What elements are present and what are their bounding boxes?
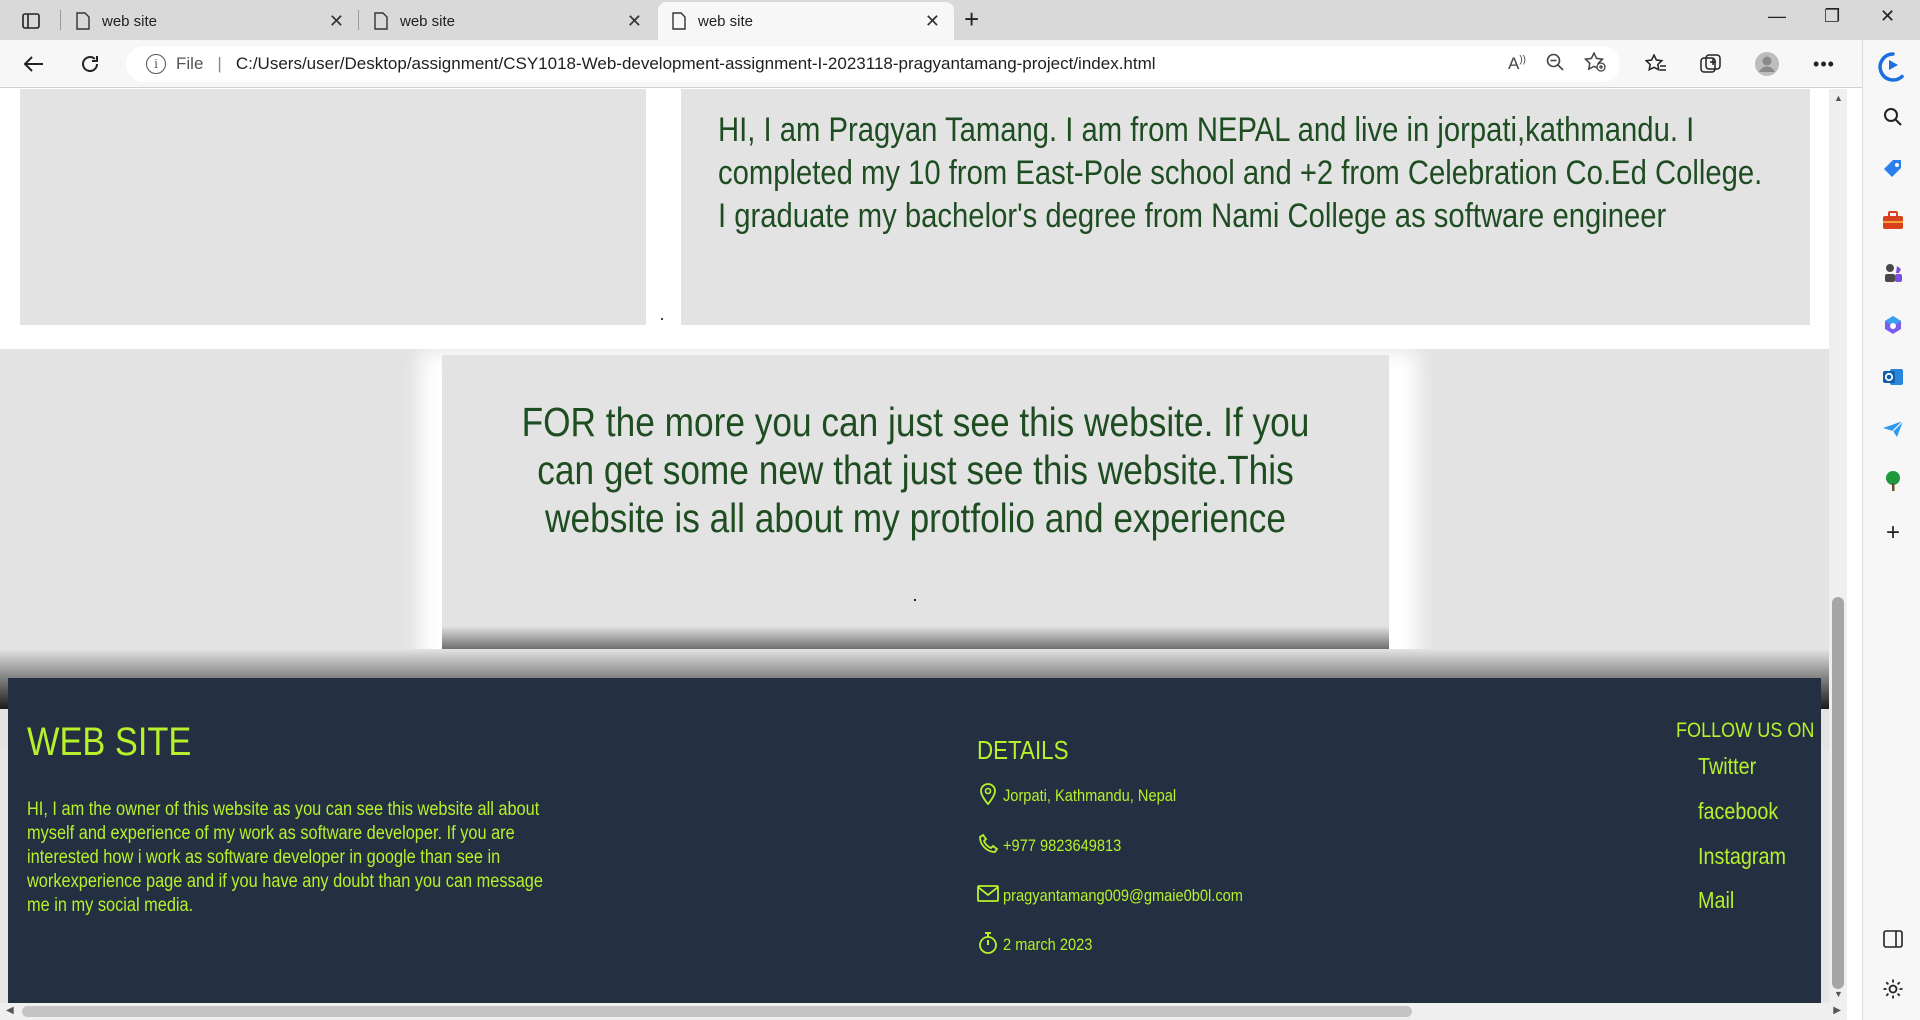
tab-separator: [358, 10, 359, 30]
social-link-twitter[interactable]: Twitter: [1698, 753, 1756, 780]
footer-description: HI, I am the owner of this website as yo…: [27, 799, 543, 916]
vertical-scrollbar[interactable]: ▲ ▼: [1829, 89, 1847, 1003]
tab-title: web site: [698, 12, 754, 30]
date-text: 2 march 2023: [1003, 935, 1093, 954]
microsoft-365-icon[interactable]: [1880, 312, 1906, 338]
favorites-button[interactable]: [1642, 50, 1670, 78]
tab-bar: web site ✕ web site ✕ web site ✕ + — ❐ ✕: [0, 0, 1920, 40]
tools-briefcase-icon[interactable]: [1880, 208, 1906, 234]
scroll-up-arrow-icon[interactable]: ▲: [1834, 93, 1843, 103]
horizontal-scroll-thumb[interactable]: [22, 1006, 1412, 1017]
tab-actions-icon: [22, 13, 40, 29]
more-options-button[interactable]: •••: [1810, 50, 1838, 78]
add-favorite-icon[interactable]: [1583, 50, 1606, 77]
scroll-left-arrow-icon[interactable]: ◀: [6, 1005, 14, 1016]
page-icon: [76, 12, 90, 30]
footer-title: WEB SITE: [27, 720, 192, 764]
tab-2[interactable]: web site ✕: [360, 2, 656, 40]
search-icon[interactable]: [1880, 104, 1906, 130]
tab-title: web site: [102, 12, 158, 30]
detail-phone: +977 9823649813: [977, 832, 1141, 856]
scroll-down-arrow-icon[interactable]: ▼: [1834, 989, 1843, 999]
edge-sidebar: +: [1862, 40, 1920, 1020]
horizontal-scrollbar[interactable]: ◀ ▶: [0, 1003, 1847, 1020]
page-icon: [374, 12, 388, 30]
maximize-button[interactable]: ❐: [1824, 6, 1840, 27]
tab-title: web site: [400, 12, 456, 30]
scroll-right-arrow-icon[interactable]: ▶: [1833, 1005, 1841, 1016]
decorative-dot: [914, 599, 916, 601]
close-icon[interactable]: ✕: [329, 11, 344, 32]
back-button[interactable]: [20, 50, 48, 78]
details-heading: DETAILS: [977, 735, 1069, 765]
footer: WEB SITE HI, I am the owner of this webs…: [8, 678, 1821, 1003]
reload-button[interactable]: [76, 50, 104, 78]
location-text: Jorpati, Kathmandu, Nepal: [1003, 786, 1177, 805]
vertical-scroll-thumb[interactable]: [1832, 597, 1844, 989]
page-icon: [672, 12, 686, 30]
address-bar[interactable]: i File | C:/Users/user/Desktop/assignmen…: [126, 46, 1620, 82]
reload-icon: [82, 56, 98, 72]
send-icon[interactable]: [1880, 416, 1906, 442]
about-image-panel: [20, 89, 646, 325]
minimize-button[interactable]: —: [1768, 6, 1786, 27]
tab-separator: [60, 10, 61, 30]
phone-text: +977 9823649813: [1003, 836, 1122, 855]
browser-toolbar: i File | C:/Users/user/Desktop/assignmen…: [0, 40, 1920, 88]
mail-icon: [977, 882, 999, 906]
add-icon[interactable]: +: [1880, 519, 1906, 546]
more-icon: •••: [1813, 53, 1835, 74]
more-paragraph: FOR the more you can just see this websi…: [452, 398, 1379, 542]
location-pin-icon: [977, 782, 999, 806]
profile-button[interactable]: [1753, 50, 1781, 78]
outlook-icon[interactable]: [1880, 364, 1906, 390]
settings-gear-icon[interactable]: [1880, 976, 1906, 1002]
detail-email: pragyantamang009@gmaie0b0l.com: [977, 882, 1282, 906]
social-link-mail[interactable]: Mail: [1698, 887, 1734, 914]
info-icon[interactable]: i: [146, 54, 166, 74]
favorites-icon: [1645, 54, 1666, 72]
more-paragraph-text: FOR the more you can just see this websi…: [521, 399, 1310, 541]
collections-button[interactable]: [1697, 50, 1725, 78]
read-aloud-icon[interactable]: A)): [1508, 54, 1526, 74]
phone-icon: [977, 832, 999, 856]
tab-1[interactable]: web site ✕: [62, 2, 358, 40]
bing-chat-icon[interactable]: [1876, 50, 1910, 84]
url-text[interactable]: C:/Users/user/Desktop/assignment/CSY1018…: [236, 54, 1156, 74]
shopping-tag-icon[interactable]: [1880, 156, 1906, 182]
file-label: File: [176, 54, 204, 73]
social-link-instagram[interactable]: Instagram: [1698, 843, 1786, 870]
about-paragraph: HI, I am Pragyan Tamang. I am from NEPAL…: [718, 111, 1763, 235]
close-icon[interactable]: ✕: [925, 11, 940, 32]
close-window-button[interactable]: ✕: [1880, 6, 1895, 27]
new-tab-button[interactable]: +: [964, 6, 979, 32]
tree-icon[interactable]: [1880, 468, 1906, 494]
back-arrow-icon: [23, 56, 43, 72]
address-divider: |: [217, 54, 222, 73]
zoom-out-icon[interactable]: [1546, 53, 1564, 76]
decorative-dot: [661, 318, 663, 320]
close-icon[interactable]: ✕: [627, 11, 642, 32]
tab-actions-button[interactable]: [14, 8, 48, 34]
social-link-facebook[interactable]: facebook: [1698, 798, 1778, 825]
email-text: pragyantamang009@gmaie0b0l.com: [1003, 886, 1243, 905]
follow-heading: FOLLOW US ON: [1676, 719, 1815, 742]
tab-3-active[interactable]: web site ✕: [658, 2, 954, 40]
address-actions: A)): [1508, 46, 1620, 82]
collections-icon: [1700, 54, 1721, 73]
page-viewport: HI, I am Pragyan Tamang. I am from NEPAL…: [0, 89, 1829, 1003]
detail-date: 2 march 2023: [977, 931, 1107, 955]
games-icon[interactable]: [1880, 260, 1906, 286]
detail-location: Jorpati, Kathmandu, Nepal: [977, 782, 1204, 806]
avatar-icon: [1755, 52, 1779, 76]
stopwatch-icon: [977, 931, 999, 955]
split-screen-icon[interactable]: [1880, 926, 1906, 952]
